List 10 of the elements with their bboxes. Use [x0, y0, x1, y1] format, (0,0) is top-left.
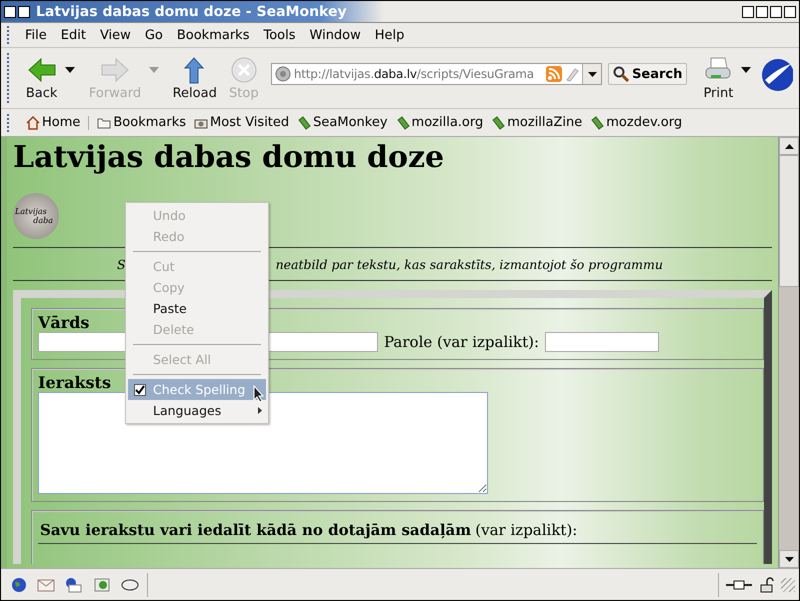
- field-label: Parole (var izpalikt):: [384, 333, 540, 351]
- field-label: Vārds: [38, 313, 90, 332]
- field-label: Ieraksts: [38, 373, 111, 392]
- site-logo: Latvijas daba: [13, 193, 59, 239]
- notice-text: S: [117, 257, 126, 272]
- section-label: Savu ierakstu vari iedalīt kādā no dotajām sadaļām: [40, 521, 472, 539]
- section-hint: (var izpalikt):: [475, 521, 578, 539]
- page-heading: Latvijas dabas domu doze: [13, 140, 446, 175]
- window-title: Latvijas dabas domu doze - SeaMonkey: [36, 4, 347, 20]
- notice-text: neatbild par tekstu, kas sarakstīts, izmantojot šo programmu: [276, 257, 663, 272]
